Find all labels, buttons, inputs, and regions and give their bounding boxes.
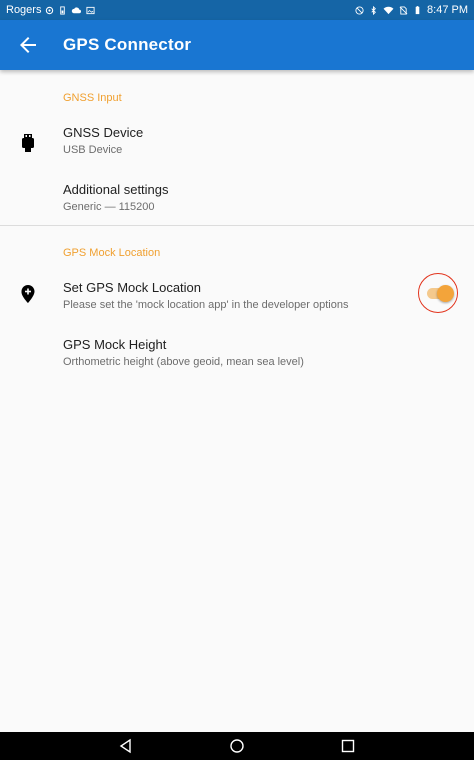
- battery-saver-icon: [60, 5, 66, 15]
- nav-home-icon[interactable]: [229, 738, 245, 754]
- location-status-icon: [46, 6, 54, 14]
- pref-title: Set GPS Mock Location: [63, 280, 202, 295]
- pref-summary: USB Device: [63, 144, 123, 156]
- no-sim-icon: [399, 5, 408, 15]
- battery-icon: [415, 5, 420, 14]
- nav-recents-icon[interactable]: [340, 738, 356, 754]
- pref-title: GNSS Device: [63, 125, 144, 140]
- nav-back-icon[interactable]: [118, 738, 134, 754]
- pref-title: GPS Mock Height: [63, 337, 167, 352]
- mock-location-switch-thumb[interactable]: [437, 285, 454, 302]
- bluetooth-icon: [371, 5, 376, 15]
- back-arrow-icon[interactable]: [16, 33, 40, 57]
- status-bar: Rogers 8:47 PM: [0, 0, 474, 20]
- cloud-icon: [72, 6, 82, 13]
- pref-gps-mock-height[interactable]: GPS Mock Height Orthometric height (abov…: [0, 337, 474, 387]
- pref-summary: Generic — 115200: [63, 201, 155, 213]
- pref-set-gps-mock-location[interactable]: Set GPS Mock Location Please set the 'mo…: [0, 280, 474, 330]
- app-bar: GPS Connector: [0, 20, 474, 70]
- pref-title: Additional settings: [63, 182, 169, 197]
- usb-icon: [22, 134, 34, 152]
- navigation-bar: [0, 732, 474, 760]
- pref-gnss-device[interactable]: GNSS Device USB Device: [0, 125, 474, 175]
- pref-summary: Orthometric height (above geoid, mean se…: [63, 356, 304, 368]
- carrier-label: Rogers: [6, 4, 42, 16]
- clock: 8:47 PM: [427, 4, 468, 16]
- do-not-disturb-icon: [355, 5, 364, 15]
- section-divider: [0, 225, 474, 226]
- add-location-icon: [21, 285, 35, 303]
- section-header-gps-mock-location: GPS Mock Location: [63, 247, 161, 259]
- pref-summary: Please set the 'mock location app' in th…: [63, 299, 349, 311]
- wifi-icon: [383, 6, 394, 14]
- page-title: GPS Connector: [63, 35, 192, 54]
- section-header-gnss-input: GNSS Input: [63, 92, 122, 104]
- image-icon: [86, 6, 96, 14]
